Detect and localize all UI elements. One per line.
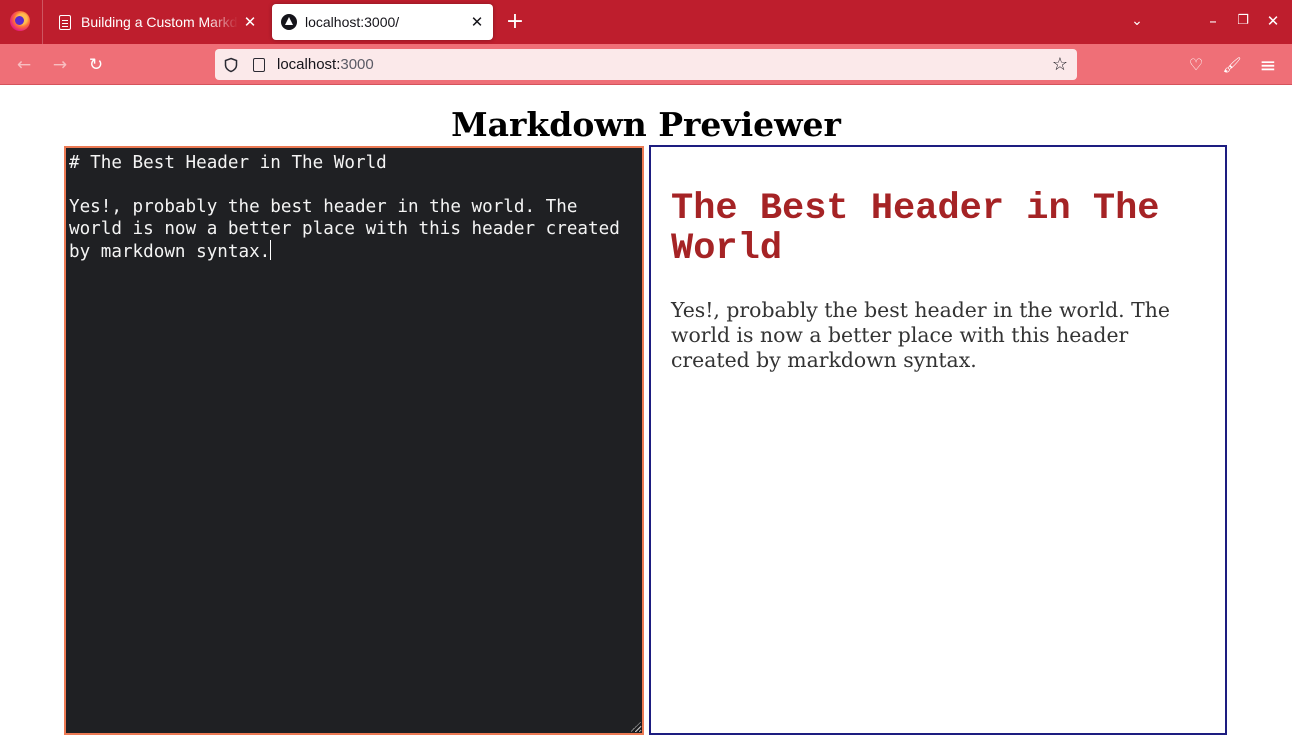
menu-icon[interactable]: ≡ [1255, 52, 1281, 78]
tab-building-markdown[interactable]: Building a Custom Markdown ✕ [48, 4, 266, 40]
tab-close-icon[interactable]: ✕ [238, 13, 262, 31]
extension-icon[interactable]: 🖌 [1219, 52, 1245, 78]
reload-icon[interactable]: ↻ [83, 52, 109, 78]
markdown-preview: The Best Header in The World Yes!, proba… [649, 145, 1227, 735]
document-icon [59, 14, 71, 30]
tab-strip: Building a Custom Markdown ✕ localhost:3… [0, 0, 1292, 44]
url-host: localhost: [277, 56, 341, 73]
text-caret [270, 240, 272, 260]
firefox-logo-icon[interactable] [10, 11, 30, 31]
markdown-editor[interactable]: # The Best Header in The World Yes!, pro… [64, 146, 644, 735]
url-text[interactable]: localhost:3000 [277, 56, 374, 73]
new-tab-button[interactable]: + [503, 9, 527, 35]
navigation-bar: ← → ↻ localhost:3000 ☆ ♡ 🖌 ≡ [0, 44, 1292, 85]
page-info-icon[interactable] [253, 57, 265, 72]
list-all-tabs-icon[interactable]: ⌄ [1126, 10, 1148, 32]
close-window-icon[interactable]: ✕ [1262, 10, 1284, 32]
tab-localhost[interactable]: localhost:3000/ ✕ [272, 4, 493, 40]
bookmark-star-icon[interactable]: ☆ [1049, 53, 1071, 75]
editor-text: # The Best Header in The World Yes!, pro… [69, 153, 620, 262]
nextjs-favicon-icon [281, 14, 297, 30]
resize-grip-icon[interactable] [631, 722, 641, 732]
url-port: 3000 [340, 56, 374, 73]
forward-arrow-icon[interactable]: → [47, 52, 73, 78]
pocket-icon[interactable]: ♡ [1183, 52, 1209, 78]
preview-paragraph: Yes!, probably the best header in the wo… [671, 298, 1170, 372]
preview-heading: The Best Header in The World [671, 188, 1160, 270]
tab-separator [42, 0, 43, 44]
address-bar[interactable]: localhost:3000 ☆ [215, 49, 1077, 80]
minimize-window-icon[interactable]: – [1202, 10, 1224, 32]
restore-window-icon[interactable]: ❐ [1232, 10, 1254, 32]
tab-title: localhost:3000/ [305, 14, 400, 30]
tracking-shield-icon[interactable] [223, 57, 239, 73]
back-arrow-icon[interactable]: ← [11, 52, 37, 78]
page-title: Markdown Previewer [451, 105, 841, 144]
tab-close-icon[interactable]: ✕ [465, 13, 489, 31]
tab-title: Building a Custom Markdown [81, 14, 238, 30]
